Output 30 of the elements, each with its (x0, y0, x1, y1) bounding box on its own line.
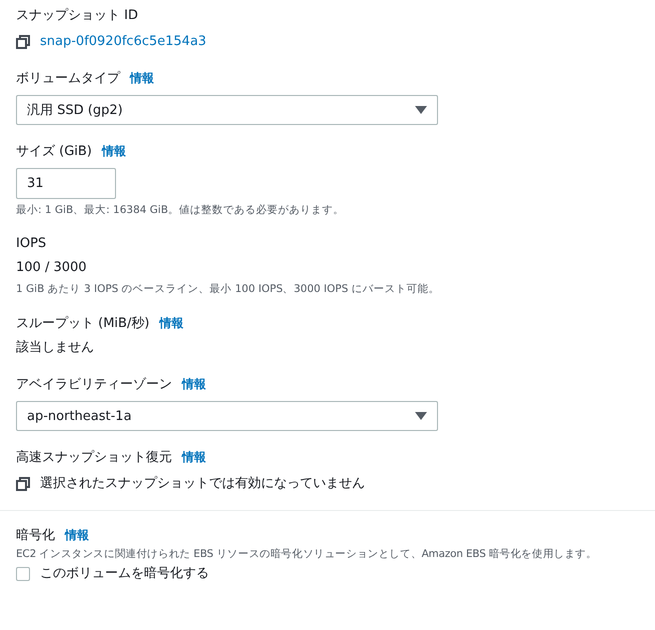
caret-down-icon (415, 412, 427, 420)
input-field[interactable]: 31 (16, 168, 116, 199)
field-value: 100 / 3000 (16, 259, 88, 277)
info-link[interactable]: 情報 (182, 447, 206, 467)
select-dropdown[interactable]: 汎用 SSD (gp2) (16, 95, 438, 125)
info-link[interactable]: 情報 (159, 313, 184, 333)
field-label: IOPS (16, 235, 46, 253)
copy-icon[interactable] (16, 35, 30, 49)
info-link[interactable]: 情報 (65, 525, 89, 545)
field-label: ボリュームタイプ (16, 70, 120, 88)
field-label: スループット (MiB/秒) (16, 315, 150, 333)
caret-down-icon (415, 106, 427, 114)
snapshot-id-link[interactable]: snap-0f0920fc6c5e154a3 (40, 32, 206, 52)
info-link[interactable]: 情報 (182, 374, 206, 394)
checkbox-label: このボリュームを暗号化する (40, 565, 209, 583)
field-description: EC2 インスタンスに関連付けられた EBS リソースの暗号化ソリューションとして、Amazon EBS 暗号化を使用します。 (16, 547, 598, 562)
field-value: 選択されたスナップショットでは有効になっていません (40, 475, 365, 493)
info-link[interactable]: 情報 (130, 68, 154, 88)
field-label: アベイラビリティーゾーン (16, 376, 172, 394)
checkbox[interactable] (16, 567, 30, 581)
hint-text: 1 GiB あたり 3 IOPS のベースライン、最小 100 IOPS、3000 IOPS にバースト可能。 (16, 282, 440, 297)
field-value: 該当しません (16, 339, 95, 357)
info-link[interactable]: 情報 (102, 141, 126, 161)
field-label: 暗号化 (16, 527, 55, 545)
field-label: 高速スナップショット復元 (16, 449, 172, 467)
hint-text: 最小: 1 GiB、最大: 16384 GiB。値は整数である必要があります。 (16, 203, 346, 218)
select-dropdown[interactable]: ap-northeast-1a (16, 401, 438, 431)
copy-icon[interactable] (16, 477, 30, 491)
field-label: スナップショット ID (16, 7, 138, 25)
field-label: サイズ (GiB) (16, 143, 92, 161)
